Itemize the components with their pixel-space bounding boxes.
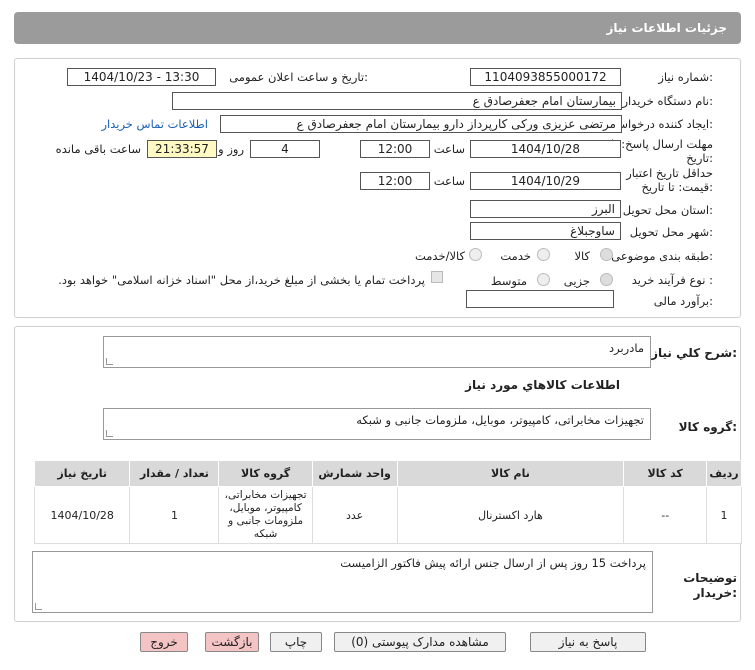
goods-group-textarea[interactable]: تجهیزات مخابراتی، کامپیوتر، موبایل، ملزو… [103, 408, 651, 440]
cell-name: هارد اکسترنال [396, 486, 625, 544]
requester-field: مرتضی عزیزی ورکی کارپرداز دارو بیمارستان… [220, 115, 622, 133]
summary-label: شرح کلي نياز: [651, 346, 737, 360]
purchase-minor-radio[interactable] [600, 273, 613, 286]
days-label: روز و [218, 142, 244, 156]
buyer-org-field: بیمارستان امام جعفرصادق ع [172, 92, 622, 110]
exit-button[interactable]: خروج [140, 632, 188, 652]
cell-row: 1 [706, 486, 742, 544]
treasury-checkbox[interactable] [431, 271, 443, 283]
deadline-time-label: ساعت [433, 142, 465, 156]
col-date: تاریخ نیاز [33, 460, 131, 487]
payment-note: پرداخت تمام یا بخشی از مبلغ خرید،از محل … [58, 273, 425, 287]
announce-field: 1404/10/23 - 13:30 [67, 68, 216, 86]
remaining-label: ساعت باقی مانده [55, 142, 141, 156]
validity-label-1: حداقل تاریخ اعتبار [626, 166, 713, 180]
deadline-time-field: 12:00 [360, 140, 430, 158]
purchase-medium-label: متوسط [490, 274, 527, 288]
category-service-radio[interactable] [537, 248, 550, 261]
resize-grip[interactable] [35, 603, 42, 610]
goods-info-title: اطلاعات کالاهاي مورد نياز [465, 378, 620, 392]
remaining-time-field: 21:33:57 [147, 140, 217, 158]
col-unit: واحد شمارش [311, 460, 398, 487]
city-label: شهر محل تحویل: [629, 225, 713, 239]
estimate-field [466, 290, 614, 308]
table-row: 1 -- هارد اکسترنال عدد تجهیزات مخابراتی،… [33, 486, 742, 544]
buyer-notes-label-2: خریدار: [693, 586, 737, 600]
back-button[interactable]: بازگشت [205, 632, 259, 652]
buyer-notes-textarea[interactable]: پرداخت 15 روز پس از ارسال جنس ارائه پیش … [32, 551, 653, 613]
province-label: استان محل تحویل: [622, 203, 713, 217]
purchase-type-label: نوع فرآیند خرید : [631, 273, 713, 287]
city-field: ساوجبلاغ [470, 222, 621, 240]
category-goods-radio[interactable] [600, 248, 613, 261]
purchase-medium-radio[interactable] [537, 273, 550, 286]
category-goods-service-label: کالا/خدمت [414, 249, 465, 263]
resize-grip[interactable] [106, 358, 113, 365]
deadline-label-2: تاریخ: [686, 151, 713, 165]
col-code: کد کالا [623, 460, 708, 487]
buyer-notes-value: پرداخت 15 روز پس از ارسال جنس ارائه پیش … [340, 556, 646, 570]
summary-value: مادربرد [608, 341, 644, 355]
deadline-label-1: مهلت ارسال پاسخ: تا [610, 137, 713, 151]
validity-date-field: 1404/10/29 [470, 172, 621, 190]
attachments-button[interactable]: مشاهده مدارک پیوستی (0) [334, 632, 506, 652]
cell-date: 1404/10/28 [33, 486, 131, 544]
category-goods-label: کالا [574, 249, 590, 263]
validity-time-field: 12:00 [360, 172, 430, 190]
deadline-date-field: 1404/10/28 [470, 140, 621, 158]
buyer-notes-label-1: توضیحات [683, 571, 737, 585]
purchase-minor-label: جزیی [563, 274, 590, 288]
contact-buyer-link[interactable]: اطلاعات تماس خریدار [101, 117, 208, 131]
cell-qty: 1 [129, 486, 220, 544]
col-row: ردیف [706, 460, 742, 487]
buyer-org-label: نام دستگاه خریدار: [622, 94, 713, 108]
reply-button[interactable]: پاسخ به نیاز [530, 632, 646, 652]
goods-table: ردیف کد کالا نام کالا واحد شمارش گروه کا… [33, 460, 742, 544]
validity-time-label: ساعت [433, 174, 465, 188]
col-qty: تعداد / مقدار [129, 460, 220, 487]
cell-group: تجهیزات مخابراتی، کامپیوتر، موبایل، ملزو… [218, 486, 313, 544]
need-number-field: 1104093855000172 [470, 68, 621, 86]
cell-code: -- [623, 486, 708, 544]
page-title: جزئیات اطلاعات نیاز [606, 21, 727, 35]
days-field: 4 [250, 140, 320, 158]
requester-label: ایجاد کننده درخواست: [607, 117, 713, 131]
announce-label: تاریخ و ساعت اعلان عمومی: [229, 70, 368, 84]
category-label: طبقه بندی موضوعی: [611, 249, 713, 263]
estimate-label: برآورد مالی: [653, 294, 713, 308]
col-name: نام کالا [396, 460, 625, 487]
validity-label-2: قیمت: تا تاریخ: [641, 180, 713, 194]
category-goods-service-radio[interactable] [469, 248, 482, 261]
table-header-row: ردیف کد کالا نام کالا واحد شمارش گروه کا… [33, 460, 742, 487]
summary-textarea[interactable]: مادربرد [103, 336, 651, 368]
need-number-label: شماره نیاز: [658, 70, 713, 84]
page-header: جزئیات اطلاعات نیاز [14, 12, 741, 44]
category-service-label: خدمت [500, 249, 531, 263]
cell-unit: عدد [311, 486, 398, 544]
goods-group-value: تجهیزات مخابراتی، کامپیوتر، موبایل، ملزو… [356, 413, 644, 427]
resize-grip[interactable] [106, 430, 113, 437]
print-button[interactable]: چاپ [270, 632, 322, 652]
col-group: گروه کالا [218, 460, 313, 487]
province-field: البرز [470, 200, 621, 218]
goods-group-label: گروه کالا: [678, 420, 737, 434]
